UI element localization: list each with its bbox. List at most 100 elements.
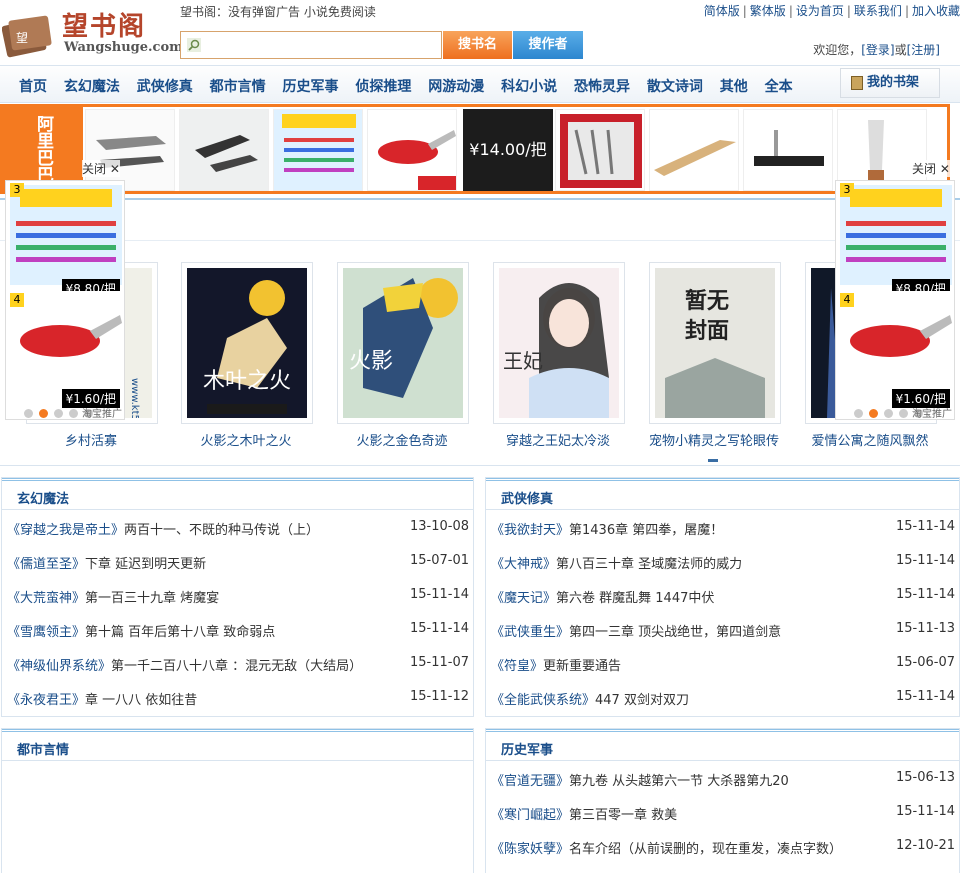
logo-domain: Wangshuge.com [64,40,183,55]
section-title[interactable]: 武侠修真 [501,488,553,507]
book-link[interactable]: 《大神戒》 [491,557,556,572]
close-icon: ✕ [109,162,120,176]
svg-text:www.kt5.com: www.kt5.com [129,378,140,418]
chapter-link[interactable]: 名车介绍（从前误删的，现在重发，凑点字数） [569,842,842,857]
nav-item-lishi[interactable]: 历史军事 [283,79,339,95]
nav-item-zhentan[interactable]: 侦探推理 [355,79,411,95]
ad-thumb-knife[interactable] [743,109,833,191]
book-link[interactable]: 《魔天记》 [491,591,556,606]
nav-item-other[interactable]: 其他 [720,79,748,95]
login-link[interactable]: [登录] [861,43,894,57]
ad-thumb-knife[interactable] [555,109,645,191]
book-title[interactable]: 穿越之王妃太冷淡 [483,430,633,449]
ad-thumb-knife[interactable] [649,109,739,191]
ad-close-left[interactable]: 关闭 ✕ [82,160,120,177]
ad-slot-number: 4 [840,293,854,307]
nav-item-home[interactable]: 首页 [19,79,47,95]
book-link[interactable]: 《大荒蛮神》 [7,591,85,606]
nav-item-dushi[interactable]: 都市言情 [210,79,266,95]
ad-brand: 阿里巴巴 [3,107,83,191]
link-simplified[interactable]: 简体版 [704,4,740,18]
book-link[interactable]: 《神级仙界系统》 [7,659,111,674]
book-link[interactable]: 《武侠重生》 [491,625,569,640]
nav-item-complete[interactable]: 全本 [765,79,793,95]
section-dushi: 都市言情 [1,728,474,873]
nav-item-wuxia[interactable]: 武侠修真 [137,79,193,95]
chapter-link[interactable]: 第一百三十九章 烤魔宴 [85,591,219,606]
update-date: 15-11-12 [409,689,469,704]
ad-price-banner[interactable]: ¥14.00/把 [463,109,553,191]
list-item: 《陈家妖孽》名车介绍（从前误删的，现在重发，凑点字数） 12-10-21 [491,838,955,858]
left-float-ad[interactable]: 3 ¥8.80/把 4 ¥1.60/把 淘宝推广 [5,180,125,420]
list-item: 《符皇》更新重要通告 15-06-07 [491,655,955,675]
chapter-link[interactable]: 下章 延迟到明天更新 [85,557,206,572]
book-title[interactable]: 火影之金色奇迹 [327,430,477,449]
book-link[interactable]: 《穿越之我是帝土》 [7,523,124,538]
list-item: 《全能武侠系统》447 双剑对双刀 15-11-14 [491,689,955,709]
book-title[interactable]: 爱情公寓之随风飘然 [795,430,945,449]
section-title[interactable]: 都市言情 [17,739,69,758]
book-link[interactable]: 《寒门崛起》 [491,808,569,823]
nav-item-xuanhuan[interactable]: 玄幻魔法 [64,79,120,95]
book-cover[interactable]: 王妃 [493,262,625,424]
section-title[interactable]: 历史军事 [501,739,553,758]
list-item: 《武侠重生》第四一三章 顶尖战绝世，第四道剑意 15-11-13 [491,621,955,641]
book-title[interactable]: 宠物小精灵之写轮眼传 [639,430,789,449]
right-float-ad[interactable]: 3 ¥8.80/把 4 ¥1.60/把 淘宝推广 [835,180,955,420]
book-title[interactable]: 乡村活寡 [16,430,166,449]
book-link[interactable]: 《雪鹰领主》 [7,625,85,640]
ad-thumb-knife[interactable] [179,109,269,191]
book-link[interactable]: 《永夜君王》 [7,693,85,708]
link-traditional[interactable]: 繁体版 [750,4,786,18]
update-date: 15-07-01 [409,553,469,568]
book-link[interactable]: 《全能武侠系统》 [491,693,595,708]
chapter-link[interactable]: 更新重要通告 [543,659,621,674]
update-date: 15-06-13 [895,770,955,785]
chapter-link[interactable]: 第六卷 群魔乱舞 1447中伏 [556,591,714,606]
register-link[interactable]: [注册] [907,43,940,57]
chapter-link[interactable]: 第十篇 百年后第十八章 致命弱点 [85,625,275,640]
chapter-link[interactable]: 章 一八八 依如往昔 [85,693,197,708]
book-link[interactable]: 《陈家妖孽》 [491,842,569,857]
site-logo[interactable]: 望 望书阁 Wangshuge.com [2,4,183,64]
chapter-link[interactable]: 第一千二百八十八章 ：混元无敌（大结局） [111,659,362,674]
book-link[interactable]: 《儒道至圣》 [7,557,85,572]
link-bookmark[interactable]: 加入收藏 [912,4,960,18]
nav-item-kongbu[interactable]: 恐怖灵异 [574,79,630,95]
chapter-link[interactable]: 第八百三十章 圣域魔法师的威力 [556,557,742,572]
ad-close-right[interactable]: 关闭 ✕ [912,160,950,177]
book-title[interactable]: 火影之木叶之火 [171,430,321,449]
search-input[interactable] [180,31,442,59]
book-cover[interactable]: 暂无 封面 [649,262,781,424]
link-set-homepage[interactable]: 设为首页 [796,4,844,18]
book-link[interactable]: 《我欲封天》 [491,523,569,538]
update-date: 15-11-07 [409,655,469,670]
chapter-link[interactable]: 第四一三章 顶尖战绝世，第四道剑意 [569,625,781,640]
chapter-link[interactable]: 第1436章 第四拳，屠魔！ [569,523,723,538]
book-link[interactable]: 《官道无疆》 [491,774,569,789]
ad-thumb-knife[interactable] [367,109,457,191]
ad-banner[interactable]: 阿里巴巴 ¥14.00/把 [0,104,950,194]
link-contact[interactable]: 联系我们 [854,4,902,18]
book-link[interactable]: 《符皇》 [491,659,543,674]
chapter-link[interactable]: 第三百零一章 救美 [569,808,677,823]
nav-item-wangyou[interactable]: 网游动漫 [428,79,484,95]
book-cover[interactable]: 木叶之火 [181,262,313,424]
chapter-link[interactable]: 447 双剑对双刀 [595,693,689,708]
list-item: 《雪鹰领主》第十篇 百年后第十八章 致命弱点 15-11-14 [7,621,469,641]
ad-thumb-knife[interactable] [85,109,175,191]
nav-item-kehuan[interactable]: 科幻小说 [501,79,557,95]
update-date: 12-10-21 [895,838,955,853]
chapter-link[interactable]: 两百十一、不既的种马传说（上） [124,523,319,538]
nav-item-sanwen[interactable]: 散文诗词 [647,79,703,95]
top-links: 简体版 | 繁体版 | 设为首页 | 联系我们 | 加入收藏 [703,4,960,18]
search-by-author-button[interactable]: 搜作者 [513,31,583,59]
carousel-indicator[interactable] [708,459,718,462]
search-by-name-button[interactable]: 搜书名 [443,31,512,59]
section-title[interactable]: 玄幻魔法 [17,488,69,507]
ad-thumb-knife[interactable] [273,109,363,191]
chapter-link[interactable]: 第九卷 从头越第六一节 大杀器第九20 [569,774,789,789]
my-bookshelf-button[interactable]: 我的书架 [840,68,940,98]
book-cover[interactable]: 火影 [337,262,469,424]
ad-thumb-knife[interactable] [837,109,927,191]
